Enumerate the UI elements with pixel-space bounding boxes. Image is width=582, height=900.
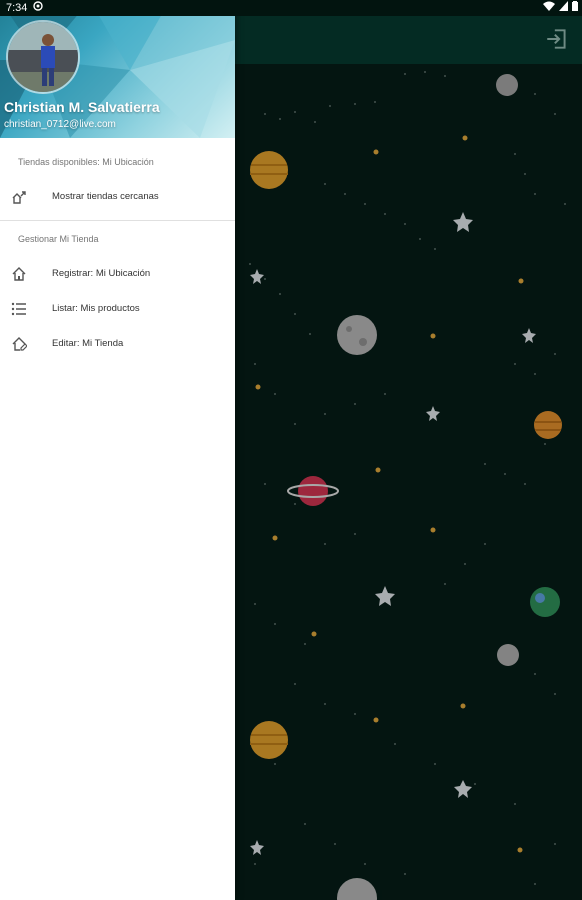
menu-item-nearby-stores[interactable]: Mostrar tiendas cercanas (0, 182, 235, 212)
space-background (235, 64, 582, 900)
sync-icon (33, 1, 44, 14)
user-name: Christian M. Salvatierra (4, 99, 160, 115)
signal-icon (559, 1, 568, 14)
section-title-available-stores: Tiendas disponibles: Mi Ubicación (18, 157, 154, 167)
menu-label: Registrar: Mi Ubicación (52, 268, 151, 279)
avatar[interactable] (6, 20, 80, 94)
logout-button[interactable] (544, 26, 570, 52)
menu-label: Listar: Mis productos (52, 303, 140, 314)
menu-label: Mostrar tiendas cercanas (52, 191, 159, 202)
edit-home-icon (11, 336, 28, 352)
status-time: 7:34 (6, 1, 28, 14)
home-icon (11, 266, 27, 282)
wifi-icon (543, 1, 555, 14)
menu-item-edit-store[interactable]: Editar: Mi Tienda (0, 329, 235, 359)
list-icon (11, 301, 27, 317)
logout-icon (544, 29, 570, 56)
status-bar: 7:34 (0, 0, 582, 16)
navigation-drawer: Christian M. Salvatierra christian_0712@… (0, 0, 235, 900)
battery-icon (572, 1, 578, 14)
section-title-manage-store: Gestionar Mi Tienda (18, 234, 99, 244)
user-email: christian_0712@live.com (4, 119, 116, 130)
nearby-stores-icon (11, 189, 27, 205)
drawer-header: Christian M. Salvatierra christian_0712@… (0, 0, 235, 138)
menu-item-register-location[interactable]: Registrar: Mi Ubicación (0, 259, 235, 289)
menu-item-list-products[interactable]: Listar: Mis productos (0, 294, 235, 324)
divider (0, 220, 235, 221)
menu-label: Editar: Mi Tienda (52, 338, 124, 349)
